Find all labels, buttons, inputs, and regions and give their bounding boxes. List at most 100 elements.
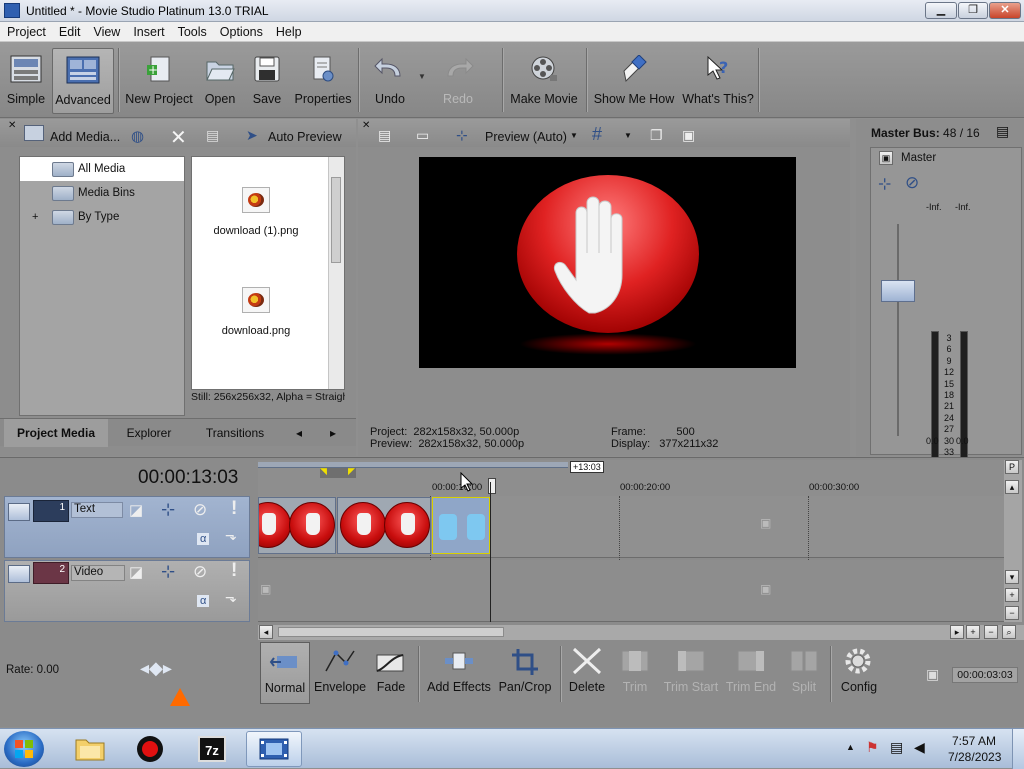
normal-edit-tool[interactable]: Normal — [260, 642, 310, 704]
media-properties-icon[interactable]: ▤ — [206, 127, 219, 144]
media-vertical-scrollbar[interactable] — [328, 157, 344, 389]
chevron-down-icon[interactable]: ▼ — [624, 131, 632, 140]
menu-edit[interactable]: Edit — [52, 22, 87, 39]
master-fx-icon[interactable]: ▣ — [879, 151, 893, 165]
master-volume-fader[interactable] — [881, 280, 915, 302]
timeline-clip[interactable] — [337, 497, 431, 554]
track-fx-icon[interactable]: ⊹ — [161, 500, 175, 520]
tab-transitions[interactable]: Transitions — [192, 419, 278, 447]
menu-tools[interactable]: Tools — [171, 22, 213, 39]
zoom-fit-icon[interactable]: ⌕ — [1002, 625, 1016, 639]
track-expand-icon[interactable] — [8, 565, 30, 583]
clock-date[interactable]: 7/28/2023 — [948, 750, 1001, 764]
tab-scroll-right-icon[interactable]: ▸ — [320, 419, 346, 447]
close-panel-icon[interactable]: ✕ — [8, 120, 16, 131]
track-lane-video[interactable]: ▣ ▣ — [258, 560, 1004, 622]
remove-icon[interactable]: ✕ — [170, 125, 187, 150]
close-button[interactable]: ✕ — [989, 2, 1021, 19]
rate-slider[interactable]: ◂◆▸ — [140, 658, 172, 679]
zoom-out-vertical-icon[interactable]: − — [1005, 606, 1019, 620]
properties-button[interactable]: Properties — [292, 48, 354, 114]
minimize-button[interactable]: ▁ — [925, 2, 957, 19]
delete-button[interactable]: Delete — [566, 642, 608, 704]
master-mute-icon[interactable]: ⊘ — [905, 173, 919, 193]
start-button[interactable] — [4, 731, 44, 767]
track-expand-icon[interactable] — [8, 503, 30, 521]
scroll-right-icon[interactable]: ▸ — [950, 625, 964, 639]
menu-insert[interactable]: Insert — [126, 22, 170, 39]
menu-view[interactable]: View — [86, 22, 126, 39]
tree-item-media-bins[interactable]: Media Bins — [20, 181, 184, 205]
trim-start-button[interactable]: Trim Start — [662, 642, 720, 704]
advanced-button[interactable]: Advanced — [52, 48, 114, 114]
simple-button[interactable]: Simple — [4, 48, 48, 114]
menu-help[interactable]: Help — [269, 22, 308, 39]
add-media-button[interactable]: Add Media... — [50, 130, 120, 144]
track-name-video[interactable]: Video — [71, 565, 125, 581]
scroll-left-icon[interactable]: ◂ — [259, 625, 273, 639]
timeline-ruler[interactable]: ◥ ◤ +13:03 00:00:10:00 00:00:20:00 00:00… — [258, 460, 1004, 496]
loop-region-bar[interactable] — [258, 462, 568, 468]
split-icon[interactable]: ⊹ — [456, 127, 468, 144]
loop-end-marker[interactable]: ◤ — [348, 466, 355, 477]
grid-overlay-icon[interactable]: # — [592, 124, 602, 145]
monitor-icon[interactable]: ▭ — [416, 127, 429, 144]
preview-quality-dropdown[interactable]: Preview (Auto) — [485, 130, 567, 144]
timeline-vertical-scrollbar[interactable]: P ▴ ▾ + − — [1004, 460, 1022, 622]
close-panel-icon[interactable]: ✕ — [362, 120, 370, 131]
track-header-text[interactable]: 1 Text ◪ ⊹ ⊘ ! α ⬎ — [4, 496, 250, 558]
compositing-alpha-icon[interactable]: α — [197, 533, 210, 545]
add-effects-button[interactable]: Add Effects — [426, 642, 492, 704]
h-scrollbar-thumb[interactable] — [278, 627, 504, 637]
tree-item-all-media[interactable]: All Media — [20, 157, 184, 181]
make-movie-button[interactable]: Make Movie — [508, 48, 580, 114]
redo-button[interactable]: Redo — [436, 48, 480, 114]
tray-network-icon[interactable]: ▤ — [890, 739, 903, 756]
show-desktop-button[interactable] — [1012, 729, 1024, 769]
whats-this-button[interactable]: ? What's This? — [682, 48, 754, 114]
trim-end-button[interactable]: Trim End — [724, 642, 778, 704]
undo-dropdown-icon[interactable]: ▼ — [418, 72, 426, 81]
config-button[interactable]: Config — [836, 642, 882, 704]
media-file-item[interactable]: download.png — [192, 287, 320, 337]
tree-item-by-type[interactable]: + By Type — [20, 205, 184, 229]
maximize-button[interactable]: ❐ — [958, 2, 988, 19]
save-snapshot-icon[interactable]: ▣ — [682, 127, 695, 144]
zoom-in-icon[interactable]: + — [966, 625, 980, 639]
save-button[interactable]: Save — [248, 48, 286, 114]
split-button[interactable]: Split — [782, 642, 826, 704]
expand-icon[interactable]: + — [32, 205, 38, 229]
solo-icon[interactable]: ! — [231, 498, 237, 520]
track-motion-icon[interactable]: ◪ — [129, 501, 143, 519]
track-level-icon[interactable]: ⬎ — [225, 527, 237, 544]
show-me-how-button[interactable]: Show Me How — [592, 48, 676, 114]
media-file-item[interactable]: download (1).png — [192, 187, 320, 237]
tab-explorer[interactable]: Explorer — [112, 419, 186, 447]
new-project-button[interactable]: + New Project — [124, 48, 194, 114]
track-fx-icon[interactable]: ⊹ — [161, 562, 175, 582]
scrollbar-thumb[interactable] — [331, 177, 341, 263]
scroll-up-icon[interactable]: ▴ — [1005, 480, 1019, 494]
timeline-horizontal-scrollbar[interactable]: ◂ ▸ + − ⌕ — [258, 625, 1024, 640]
timeline-clip-selected[interactable] — [432, 497, 490, 554]
track-motion-icon[interactable]: ◪ — [129, 563, 143, 581]
tab-project-media[interactable]: Project Media — [4, 419, 108, 447]
tray-volume-icon[interactable]: ◀ — [914, 739, 925, 756]
tray-flag-icon[interactable]: ⚑ — [866, 739, 879, 756]
master-split-icon[interactable]: ⊹ — [878, 174, 891, 194]
zoom-out-icon[interactable]: − — [984, 625, 998, 639]
scroll-down-icon[interactable]: ▾ — [1005, 570, 1019, 584]
fade-tool[interactable]: Fade — [368, 642, 414, 704]
globe-icon[interactable]: ◍ — [131, 127, 144, 145]
menu-options[interactable]: Options — [213, 22, 269, 39]
undo-button[interactable]: Undo — [368, 48, 412, 114]
clock-time[interactable]: 7:57 AM — [952, 734, 996, 748]
menu-project[interactable]: Project — [0, 22, 52, 39]
chevron-down-icon[interactable]: ▼ — [570, 131, 578, 140]
tab-scroll-left-icon[interactable]: ◂ — [286, 419, 312, 447]
rate-slider-thumb[interactable] — [170, 688, 190, 706]
loop-start-marker[interactable]: ◥ — [320, 466, 327, 477]
compositing-alpha-icon[interactable]: α — [197, 595, 210, 607]
mute-icon[interactable]: ⊘ — [193, 500, 207, 520]
taskbar-explorer[interactable] — [62, 731, 118, 767]
